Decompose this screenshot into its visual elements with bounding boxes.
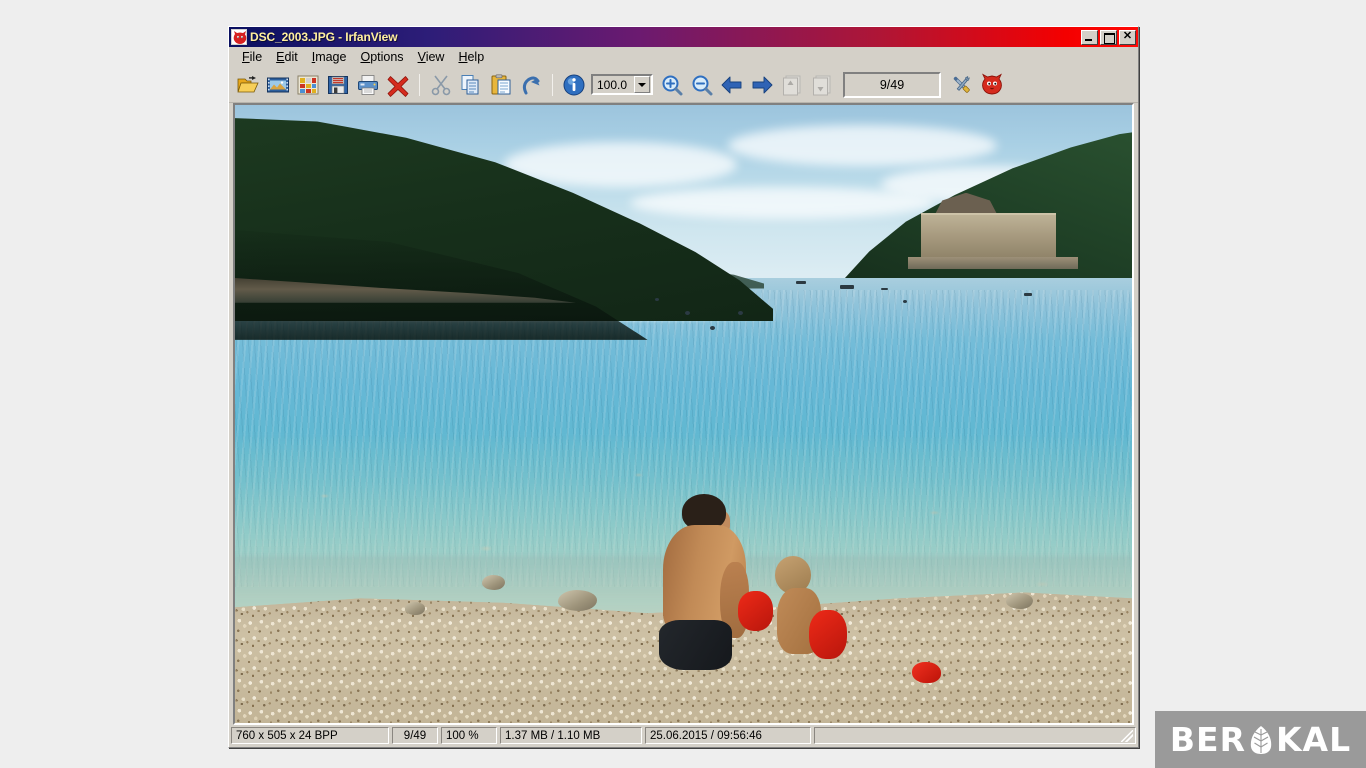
zoom-in-icon[interactable] <box>657 70 687 100</box>
menu-label-help: elp <box>467 50 485 64</box>
status-bar: 760 x 505 x 24 BPP 9/49 100 % 1.37 MB / … <box>229 725 1138 747</box>
maximize-button[interactable] <box>1100 29 1117 45</box>
boat <box>840 285 855 290</box>
irfanview-window: DSC_2003.JPG - IrfanView ✕ File Edit Ima… <box>228 26 1139 748</box>
window-title: DSC_2003.JPG - IrfanView <box>250 30 398 44</box>
status-index: 9/49 <box>392 727 438 744</box>
arm-float-right <box>809 610 847 660</box>
page-counter[interactable]: 9/49 <box>843 71 941 98</box>
menu-item-edit[interactable]: Edit <box>269 49 305 65</box>
previous-icon[interactable] <box>717 70 747 100</box>
menu-label-image: mage <box>315 50 347 64</box>
red-beach-toy <box>912 661 941 683</box>
minimize-button[interactable] <box>1081 29 1098 45</box>
mascot-icon[interactable] <box>977 70 1007 100</box>
resize-grip[interactable] <box>1121 730 1133 742</box>
stone-seawall <box>921 213 1056 260</box>
menu-item-help[interactable]: Help <box>451 49 491 65</box>
status-spacer <box>814 727 1136 744</box>
title-bar[interactable]: DSC_2003.JPG - IrfanView ✕ <box>229 27 1138 47</box>
swimmer <box>738 310 744 315</box>
photo-beach-cove <box>235 105 1132 723</box>
menu-label-edit: dit <box>284 50 298 64</box>
boy-swim-shorts <box>658 619 732 670</box>
copy-icon[interactable] <box>456 70 486 100</box>
swimmer <box>903 299 908 303</box>
zoom-out-icon[interactable] <box>687 70 717 100</box>
toolbar-separator-1 <box>419 73 420 96</box>
beach-rock <box>481 574 505 590</box>
seawall-base <box>907 257 1079 270</box>
open-icon[interactable] <box>233 70 263 100</box>
toolbar: 100.0 9/49 <box>229 67 1138 103</box>
leaf-icon <box>1250 725 1272 754</box>
zoom-value: 100.0 <box>597 77 628 92</box>
delete-icon[interactable] <box>383 70 413 100</box>
menu-item-image[interactable]: Image <box>305 49 354 65</box>
status-zoom: 100 % <box>441 727 497 744</box>
menu-item-view[interactable]: View <box>411 49 452 65</box>
first-page-icon[interactable] <box>777 70 807 100</box>
arm-float-left <box>737 591 774 632</box>
boat <box>880 287 888 290</box>
status-datetime: 25.06.2015 / 09:56:46 <box>645 727 811 744</box>
figure-boy <box>655 494 754 673</box>
menu-item-options[interactable]: Options <box>353 49 410 65</box>
boat <box>795 280 806 284</box>
status-dimensions: 760 x 505 x 24 BPP <box>231 727 389 744</box>
status-filesize: 1.37 MB / 1.10 MB <box>500 727 642 744</box>
paste-icon[interactable] <box>486 70 516 100</box>
info-icon[interactable] <box>559 70 589 100</box>
menu-bar: File Edit Image Options View Help <box>229 47 1138 67</box>
beach-rock <box>405 602 426 615</box>
swimmer <box>654 297 659 301</box>
toolbar-separator-2 <box>552 73 553 96</box>
watermark-text-after: KAL <box>1275 720 1352 759</box>
figure-toddler <box>737 556 847 673</box>
beach-rock <box>557 590 598 612</box>
zoom-combo[interactable]: 100.0 <box>591 74 653 95</box>
save-icon[interactable] <box>323 70 353 100</box>
boat <box>1024 292 1033 296</box>
cut-icon[interactable] <box>426 70 456 100</box>
irfanview-cat-icon <box>231 29 247 45</box>
menu-label-options: ptions <box>370 50 404 64</box>
watermark-berakal: BER KAL <box>1155 711 1366 768</box>
image-viewport[interactable] <box>233 103 1134 725</box>
watermark-text-before: BER <box>1169 720 1246 759</box>
last-page-icon[interactable] <box>807 70 837 100</box>
print-icon[interactable] <box>353 70 383 100</box>
settings-icon[interactable] <box>947 70 977 100</box>
close-button[interactable]: ✕ <box>1119 29 1136 45</box>
next-icon[interactable] <box>747 70 777 100</box>
slideshow-icon[interactable] <box>263 70 293 100</box>
menu-label-file: ile <box>249 50 263 64</box>
menu-label-view: iew <box>425 50 445 64</box>
thumbnails-icon[interactable] <box>293 70 323 100</box>
menu-item-file[interactable]: File <box>235 49 269 65</box>
chevron-down-icon[interactable] <box>634 76 650 93</box>
undo-icon[interactable] <box>516 70 546 100</box>
